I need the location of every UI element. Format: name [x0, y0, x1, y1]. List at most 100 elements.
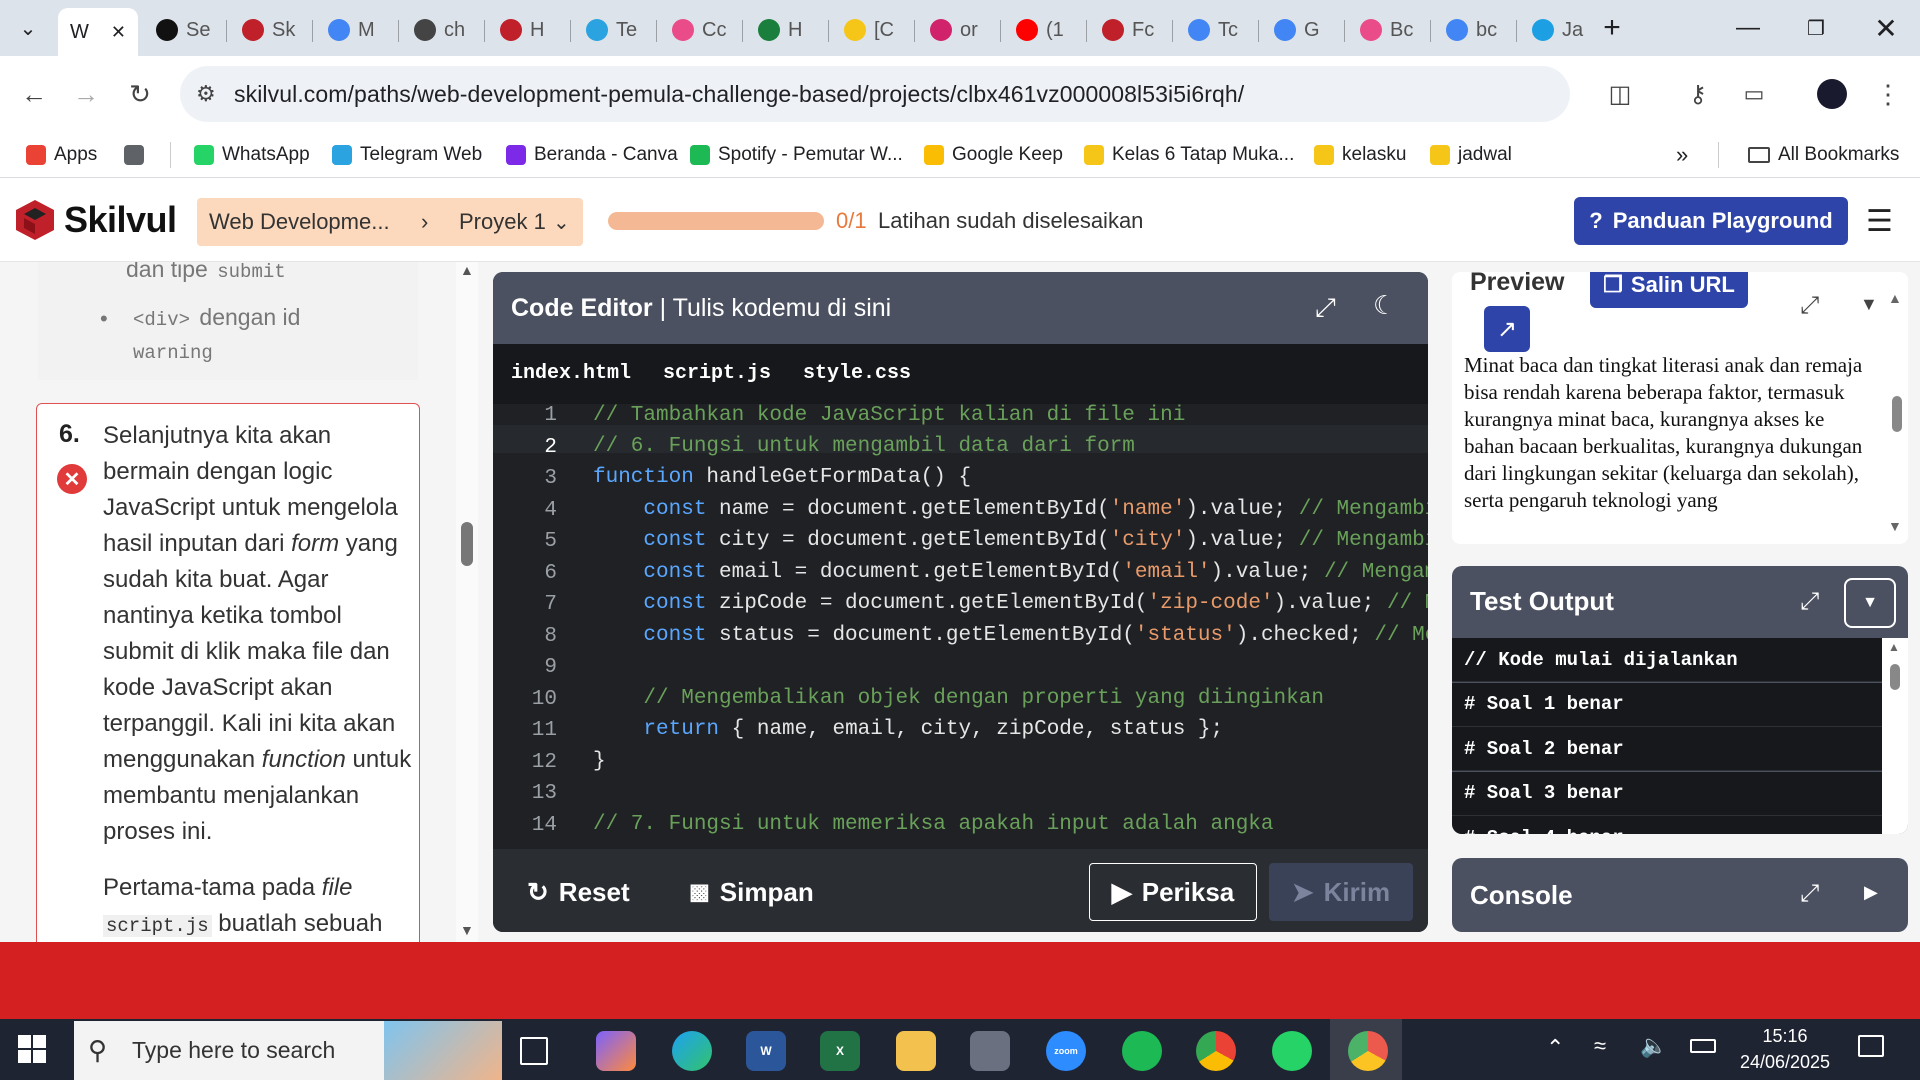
- scrollbar-thumb[interactable]: [1892, 396, 1902, 432]
- browser-tab[interactable]: Se: [144, 12, 218, 48]
- task-view-icon[interactable]: [520, 1037, 548, 1065]
- url-text[interactable]: skilvul.com/paths/web-development-pemula…: [234, 81, 1244, 108]
- browser-tab[interactable]: G: [1262, 12, 1336, 48]
- browser-tab[interactable]: or: [918, 12, 992, 48]
- chrome-active-icon[interactable]: [1348, 1031, 1388, 1071]
- code-line[interactable]: return { name, email, city, zipCode, sta…: [593, 718, 1223, 741]
- forward-button[interactable]: →: [66, 74, 106, 114]
- chevron-up-icon[interactable]: ⌃: [1546, 1035, 1564, 1061]
- scrollbar-thumb[interactable]: [461, 522, 473, 566]
- scroll-down-icon[interactable]: ▼: [460, 922, 474, 938]
- zoom-icon[interactable]: zoom: [1046, 1031, 1086, 1071]
- moon-icon[interactable]: ☾: [1373, 290, 1396, 321]
- submit-button[interactable]: ➤ Kirim: [1269, 863, 1413, 921]
- file-explorer-icon[interactable]: [896, 1031, 936, 1071]
- chrome-icon[interactable]: [1196, 1031, 1236, 1071]
- browser-tab[interactable]: Fc: [1090, 12, 1164, 48]
- expand-icon[interactable]: ⤢: [1800, 880, 1819, 908]
- code-line[interactable]: const name = document.getElementById('na…: [593, 498, 1428, 521]
- code-line[interactable]: // 6. Fungsi untuk mengambil data dari f…: [593, 435, 1135, 458]
- code-line[interactable]: // 7. Fungsi untuk memeriksa apakah inpu…: [593, 813, 1274, 836]
- breadcrumb-project[interactable]: Proyek 1: [459, 209, 546, 235]
- all-bookmarks-button[interactable]: All Bookmarks: [1748, 140, 1899, 170]
- minimize-button[interactable]: —: [1718, 6, 1778, 50]
- network-icon[interactable]: ≈: [1594, 1033, 1606, 1059]
- reset-button[interactable]: ↻ Reset: [527, 863, 630, 921]
- browser-tab[interactable]: Sk: [230, 12, 304, 48]
- browser-tab[interactable]: W ✕: [58, 8, 138, 56]
- expand-icon[interactable]: ⤢: [1800, 588, 1819, 616]
- whatsapp-icon[interactable]: [1272, 1031, 1312, 1071]
- bookmark-item[interactable]: Beranda - Canva: [506, 140, 678, 170]
- browser-tab[interactable]: M: [316, 12, 390, 48]
- expand-icon[interactable]: ⤢: [1315, 292, 1336, 324]
- code-line[interactable]: [593, 655, 606, 678]
- bookmark-item[interactable]: kelasku: [1314, 140, 1406, 170]
- browser-tab[interactable]: Tc: [1176, 12, 1250, 48]
- cast-button[interactable]: ▭: [1734, 74, 1774, 114]
- camera-icon[interactable]: [970, 1031, 1010, 1071]
- scroll-up-icon[interactable]: ▲: [460, 262, 474, 278]
- bookmark-item[interactable]: Telegram Web: [332, 140, 482, 170]
- caret-right-icon[interactable]: ▶: [1864, 882, 1878, 903]
- code-line[interactable]: // Mengembalikan objek dengan properti y…: [593, 687, 1324, 710]
- address-bar[interactable]: ⚙ skilvul.com/paths/web-development-pemu…: [180, 66, 1570, 122]
- browser-tab[interactable]: H: [488, 12, 562, 48]
- tab-style-css[interactable]: style.css: [803, 362, 911, 385]
- bookmark-item[interactable]: Spotify - Pemutar W...: [690, 140, 903, 170]
- browser-tab[interactable]: Cc: [660, 12, 734, 48]
- clock[interactable]: 15:16 24/06/2025: [1730, 1023, 1840, 1075]
- code-area[interactable]: 1 2 3 4 5 6 7 8 9 10 11 12 13 14 // Tambahkan kode Ja…: [493, 404, 1428, 849]
- test-output-scrollbar[interactable]: ▲: [1882, 638, 1908, 834]
- bookmark-item[interactable]: jadwal: [1430, 140, 1512, 170]
- expand-icon[interactable]: ⤢: [1800, 292, 1819, 320]
- tab-search-button[interactable]: ⌄: [0, 8, 56, 48]
- passwords-button[interactable]: ⚷: [1678, 74, 1718, 114]
- code-line[interactable]: [593, 781, 606, 804]
- browser-tab[interactable]: Te: [574, 12, 648, 48]
- save-button[interactable]: ▩ Simpan: [689, 863, 814, 921]
- more-bookmarks-button[interactable]: »: [1676, 140, 1688, 170]
- breadcrumb-path[interactable]: Web Developme...: [209, 209, 390, 235]
- browser-tab[interactable]: bc: [1434, 12, 1508, 48]
- bookmark-item[interactable]: Apps: [26, 140, 97, 170]
- tab-groups-button[interactable]: [124, 140, 144, 170]
- playground-guide-button[interactable]: ? Panduan Playground: [1574, 197, 1848, 245]
- windows-start-button[interactable]: [16, 1033, 48, 1065]
- tab-script-js[interactable]: script.js: [663, 362, 771, 385]
- chevron-down-icon[interactable]: ⌄: [553, 210, 570, 235]
- open-external-button[interactable]: ↗: [1484, 306, 1530, 352]
- word-icon[interactable]: W: [746, 1031, 786, 1071]
- bookmark-item[interactable]: Kelas 6 Tatap Muka...: [1084, 140, 1294, 170]
- profile-button[interactable]: [1812, 74, 1852, 114]
- spotify-icon[interactable]: [1122, 1031, 1162, 1071]
- code-line[interactable]: }: [593, 750, 606, 773]
- browser-menu-button[interactable]: ⋮: [1868, 74, 1908, 114]
- back-button[interactable]: ←: [14, 74, 54, 114]
- collapse-toggle-button[interactable]: ▼: [1844, 578, 1896, 628]
- scrollbar-thumb[interactable]: [1890, 664, 1900, 690]
- skilvul-logo[interactable]: Skilvul: [14, 198, 177, 242]
- copilot-icon[interactable]: [596, 1031, 636, 1071]
- browser-tab[interactable]: (1: [1004, 12, 1078, 48]
- close-tab-icon[interactable]: ✕: [111, 22, 126, 43]
- code-line[interactable]: function handleGetFormData() {: [593, 466, 971, 489]
- edge-icon[interactable]: [672, 1031, 712, 1071]
- browser-tab[interactable]: H: [746, 12, 820, 48]
- browser-tab[interactable]: Bc: [1348, 12, 1422, 48]
- scroll-up-icon[interactable]: ▲: [1888, 640, 1900, 654]
- excel-icon[interactable]: X: [820, 1031, 860, 1071]
- code-line[interactable]: // Tambahkan kode JavaScript kalian di f…: [593, 404, 1185, 427]
- reload-button[interactable]: ↻: [120, 74, 160, 114]
- battery-icon[interactable]: [1690, 1039, 1716, 1053]
- code-line[interactable]: const zipCode = document.getElementById(…: [593, 592, 1428, 615]
- code-line[interactable]: const city = document.getElementById('ci…: [593, 529, 1428, 552]
- new-tab-button[interactable]: +: [1582, 6, 1642, 50]
- volume-icon[interactable]: 🔈: [1640, 1033, 1667, 1059]
- caret-down-icon[interactable]: ▼: [1860, 294, 1878, 315]
- tab-index-html[interactable]: index.html: [511, 362, 631, 385]
- browser-tab[interactable]: ch: [402, 12, 476, 48]
- restore-button[interactable]: ❐: [1786, 6, 1846, 50]
- code-line[interactable]: const email = document.getElementById('e…: [593, 561, 1428, 584]
- bookmark-item[interactable]: WhatsApp: [194, 140, 310, 170]
